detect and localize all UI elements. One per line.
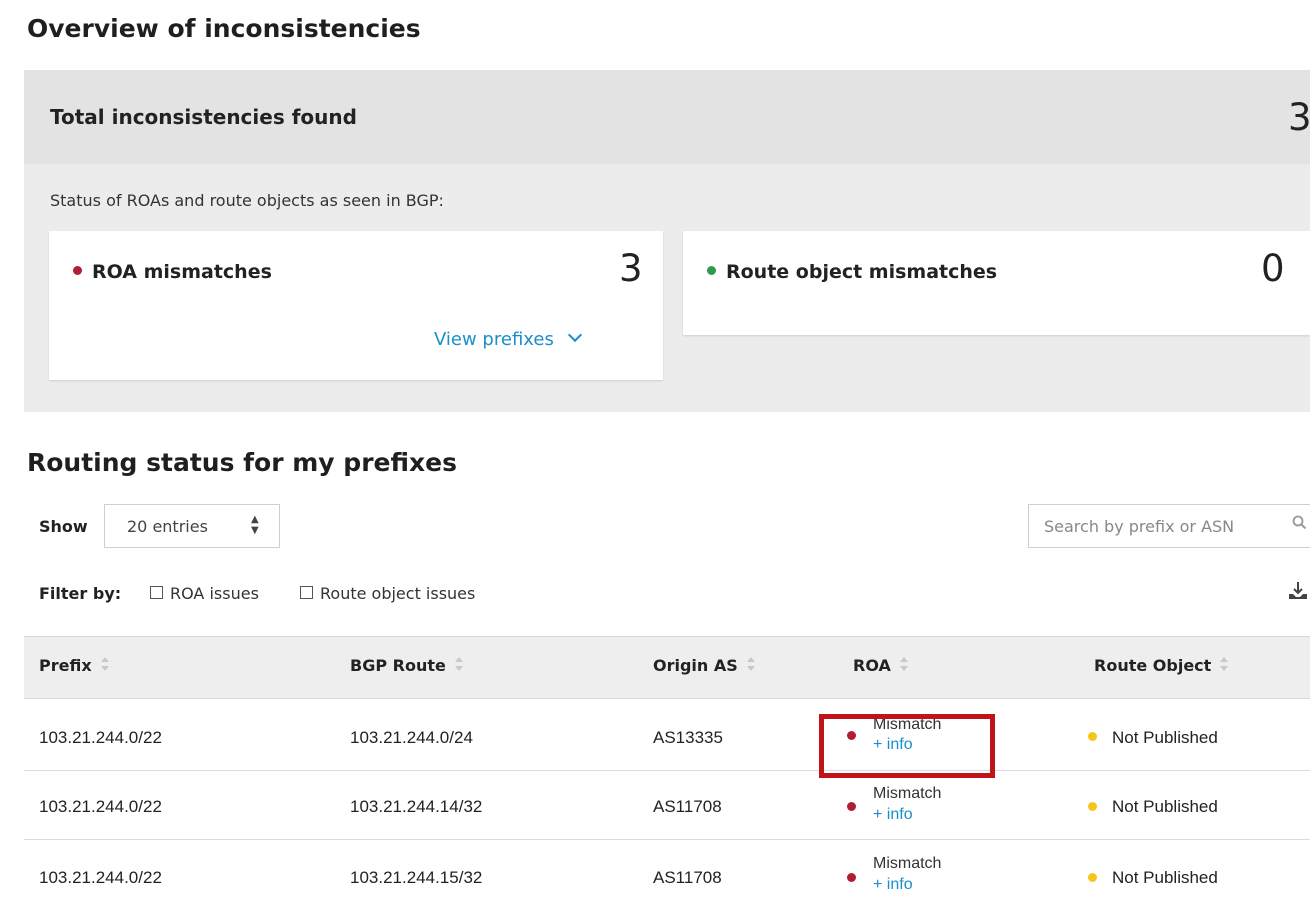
mismatch-dot-icon [847,873,856,882]
search-input[interactable] [1028,504,1310,548]
roa-mismatches-card: ROA mismatches 3 View prefixes [49,231,663,380]
cell-origin-as: AS13335 [653,728,723,747]
total-inconsistencies-count: 3 [1288,96,1310,139]
not-published-dot-icon [1088,732,1097,741]
highlight-box [819,714,995,778]
roa-issues-checkbox[interactable]: ROA issues [150,584,259,603]
select-arrows-icon: ▲ ▼ [251,514,259,536]
cell-roa-status: Mismatch [873,855,942,872]
cell-bgp-route: 103.21.244.14/32 [350,797,483,816]
cell-roa-status: Mismatch [873,785,942,802]
roa-info-link[interactable]: + info [873,806,913,824]
sort-icon [899,657,908,671]
status-description: Status of ROAs and route objects as seen… [50,191,444,210]
roa-mismatches-heading: ROA mismatches [73,261,272,283]
inconsistencies-panel: Total inconsistencies found 3 Status of … [24,70,1310,412]
cell-prefix: 103.21.244.0/22 [39,728,162,747]
column-header-label: BGP Route [350,656,446,675]
route-object-mismatches-count: 0 [1261,247,1285,290]
cell-route-object: Not Published [1112,728,1218,747]
cell-route-object: Not Published [1112,797,1218,816]
roa-mismatches-label: ROA mismatches [92,261,272,283]
sort-icon [746,657,755,671]
column-header-origin-as[interactable]: Origin AS [653,656,756,675]
sort-icon [454,657,463,671]
download-icon[interactable] [1286,580,1310,604]
route-object-issues-checkbox[interactable]: Route object issues [300,584,475,603]
column-header-bgp-route[interactable]: BGP Route [350,656,464,675]
mismatch-dot-icon [847,802,856,811]
checkbox-icon [150,586,163,599]
cell-bgp-route: 103.21.244.0/24 [350,728,473,747]
roa-issues-label: ROA issues [170,584,259,603]
search-icon[interactable] [1292,515,1306,529]
route-object-issues-label: Route object issues [320,584,476,603]
cell-origin-as: AS11708 [653,868,722,887]
routing-status-title: Routing status for my prefixes [27,448,457,477]
row-divider [24,770,1310,771]
cell-prefix: 103.21.244.0/22 [39,797,162,816]
total-inconsistencies-label: Total inconsistencies found [50,105,357,129]
chevron-down-icon [567,327,582,343]
cell-bgp-route: 103.21.244.15/32 [350,868,483,887]
mismatch-dot-icon [73,266,82,275]
sort-icon [100,657,109,671]
column-header-route-object[interactable]: Route Object [1094,656,1229,675]
route-object-mismatches-heading: Route object mismatches [707,261,997,283]
column-header-label: Origin AS [653,656,738,675]
column-header-prefix[interactable]: Prefix [39,656,110,675]
show-label: Show [39,517,88,536]
entries-select-value: 20 entries [127,517,208,536]
cell-origin-as: AS11708 [653,797,722,816]
route-object-mismatches-label: Route object mismatches [726,261,998,283]
column-header-label: Prefix [39,656,92,675]
cell-prefix: 103.21.244.0/22 [39,868,162,887]
not-published-dot-icon [1088,802,1097,811]
view-prefixes-link[interactable]: View prefixes [434,327,582,350]
view-prefixes-label: View prefixes [434,329,554,350]
route-object-mismatches-card: Route object mismatches 0 [683,231,1310,335]
roa-mismatches-count: 3 [619,247,643,290]
ok-dot-icon [707,266,716,275]
cell-route-object: Not Published [1112,868,1218,887]
overview-title: Overview of inconsistencies [27,14,421,43]
column-header-label: ROA [853,656,891,675]
entries-select[interactable]: 20 entries ▲ ▼ [104,504,280,548]
checkbox-icon [300,586,313,599]
sort-icon [1220,657,1229,671]
column-header-roa[interactable]: ROA [853,656,909,675]
filter-label: Filter by: [39,584,122,603]
not-published-dot-icon [1088,873,1097,882]
row-divider [24,839,1310,840]
roa-info-link[interactable]: + info [873,876,913,894]
column-header-label: Route Object [1094,656,1212,675]
